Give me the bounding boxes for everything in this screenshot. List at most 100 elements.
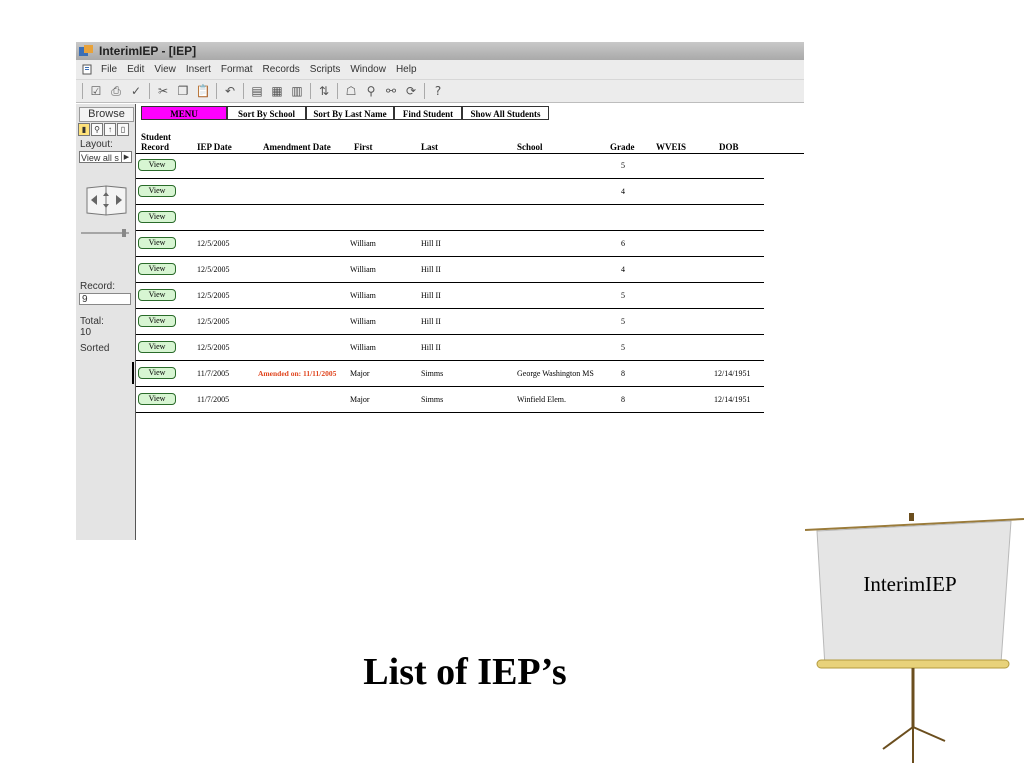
toolbar-separator [216, 83, 217, 99]
record-book-icon[interactable] [85, 184, 128, 217]
cell-dob: 12/14/1951 [714, 369, 751, 378]
cell-grade: 5 [621, 291, 625, 300]
delete-record-icon[interactable]: ▥ [289, 83, 305, 99]
record-number-field[interactable]: 9 [79, 293, 131, 305]
copy-icon[interactable]: ❐ [175, 83, 191, 99]
record-label: Record: [80, 281, 116, 292]
cell-iep-date: 12/5/2005 [197, 291, 230, 300]
cell-first: Major [350, 395, 370, 404]
current-record-marker [132, 362, 134, 384]
toolbar-separator [337, 83, 338, 99]
sort-by-last-name-button[interactable]: Sort By Last Name [306, 106, 394, 120]
browse-mode-icon[interactable]: ▮ [78, 123, 90, 136]
cell-iep-date: 11/7/2005 [197, 369, 230, 378]
mode-selector[interactable]: Browse [79, 107, 134, 122]
view-button[interactable]: View [138, 289, 176, 301]
status-area: Browse ▮ ⚲ ↑ ▯ Layout: View all s ▶ Reco… [76, 104, 136, 540]
toolbar-separator [424, 83, 425, 99]
toolbar-separator [149, 83, 150, 99]
new-record-icon[interactable]: ▤ [249, 83, 265, 99]
cell-last: Hill II [421, 343, 441, 352]
spellcheck-icon[interactable]: ✓ [128, 83, 144, 99]
table-row[interactable]: View 12/5/2005 William Hill II 4 [136, 258, 764, 284]
cell-dob: 12/14/1951 [714, 395, 751, 404]
sort-by-school-button[interactable]: Sort By School [227, 106, 306, 120]
table-row[interactable]: View 5 [136, 154, 764, 180]
col-amendment-date: Amendment Date [263, 142, 331, 152]
cut-icon[interactable]: ✂ [155, 83, 171, 99]
row-divider [136, 412, 764, 413]
find-student-button[interactable]: Find Student [394, 106, 462, 120]
show-all-students-button[interactable]: Show All Students [462, 106, 549, 120]
col-school: School [517, 142, 543, 152]
table-row[interactable]: View 11/7/2005 Major Simms Winfield Elem. 8 12… [136, 388, 764, 414]
mode-icons: ▮ ⚲ ↑ ▯ [78, 123, 129, 136]
sort-icon[interactable]: ⇅ [316, 83, 332, 99]
duplicate-record-icon[interactable]: ▦ [269, 83, 285, 99]
menu-button[interactable]: MENU [141, 106, 227, 120]
view-button[interactable]: View [138, 263, 176, 275]
layout-label: Layout: [80, 139, 113, 150]
checkbox-icon[interactable]: ☑ [88, 83, 104, 99]
table-row[interactable]: View 4 [136, 180, 764, 206]
view-button[interactable]: View [138, 341, 176, 353]
cell-last: Simms [421, 369, 444, 378]
row-divider [136, 230, 764, 231]
row-divider [136, 256, 764, 257]
col-first: First [354, 142, 373, 152]
row-divider [136, 360, 764, 361]
omit-icon[interactable]: ☖ [343, 83, 359, 99]
menu-insert[interactable]: Insert [181, 64, 216, 75]
view-button[interactable]: View [138, 393, 176, 405]
find-icon[interactable]: ⚲ [363, 83, 379, 99]
cell-last: Hill II [421, 239, 441, 248]
total-value: 10 [80, 327, 92, 338]
menu-scripts[interactable]: Scripts [305, 64, 346, 75]
menu-view[interactable]: View [149, 64, 181, 75]
undo-icon[interactable]: ↶ [222, 83, 238, 99]
layout-dropdown[interactable]: View all s ▶ [79, 151, 132, 163]
cell-school: George Washington MS [517, 369, 594, 378]
cell-grade: 8 [621, 369, 625, 378]
table-row[interactable]: View 12/5/2005 William Hill II 5 [136, 336, 764, 362]
paste-icon[interactable]: 📋 [195, 83, 211, 99]
view-button[interactable]: View [138, 237, 176, 249]
find-mode-icon[interactable]: ⚲ [91, 123, 103, 136]
menu-format[interactable]: Format [216, 64, 258, 75]
cell-first: William [350, 343, 376, 352]
cell-first: William [350, 265, 376, 274]
toolbar-separator [310, 83, 311, 99]
menu-help[interactable]: Help [391, 64, 422, 75]
cell-first: William [350, 317, 376, 326]
help-icon[interactable]: ? [430, 83, 446, 99]
total-label: Total: [80, 316, 104, 327]
menu-file[interactable]: File [96, 64, 122, 75]
refresh-icon[interactable]: ⟳ [403, 83, 419, 99]
view-button[interactable]: View [138, 159, 176, 171]
record-slider[interactable] [81, 229, 129, 237]
menu-window[interactable]: Window [345, 64, 391, 75]
table-row[interactable]: View 12/5/2005 William Hill II 5 [136, 284, 764, 310]
row-divider [136, 282, 764, 283]
cell-grade: 8 [621, 395, 625, 404]
menu-edit[interactable]: Edit [122, 64, 149, 75]
table-row[interactable]: View 12/5/2005 William Hill II 6 [136, 232, 764, 258]
projector-screen-illustration [805, 513, 1024, 763]
cell-iep-date: 12/5/2005 [197, 265, 230, 274]
view-button[interactable]: View [138, 211, 176, 223]
col-dob: DOB [719, 142, 739, 152]
cell-grade: 4 [621, 187, 625, 196]
dropdown-arrow-icon[interactable]: ▶ [121, 152, 131, 162]
table-row[interactable]: View 11/7/2005 Amended on: 11/11/2005 Major… [132, 362, 764, 388]
view-button[interactable]: View [138, 315, 176, 327]
print-icon[interactable]: ⎙ [108, 83, 124, 99]
menu-records[interactable]: Records [258, 64, 305, 75]
layout-mode-icon[interactable]: ↑ [104, 123, 116, 136]
table-row[interactable]: View [136, 206, 764, 232]
preview-mode-icon[interactable]: ▯ [117, 123, 129, 136]
view-button[interactable]: View [138, 185, 176, 197]
find-all-icon[interactable]: ⚯ [383, 83, 399, 99]
col-grade: Grade [610, 142, 635, 152]
view-button[interactable]: View [138, 367, 176, 379]
table-row[interactable]: View 12/5/2005 William Hill II 5 [136, 310, 764, 336]
